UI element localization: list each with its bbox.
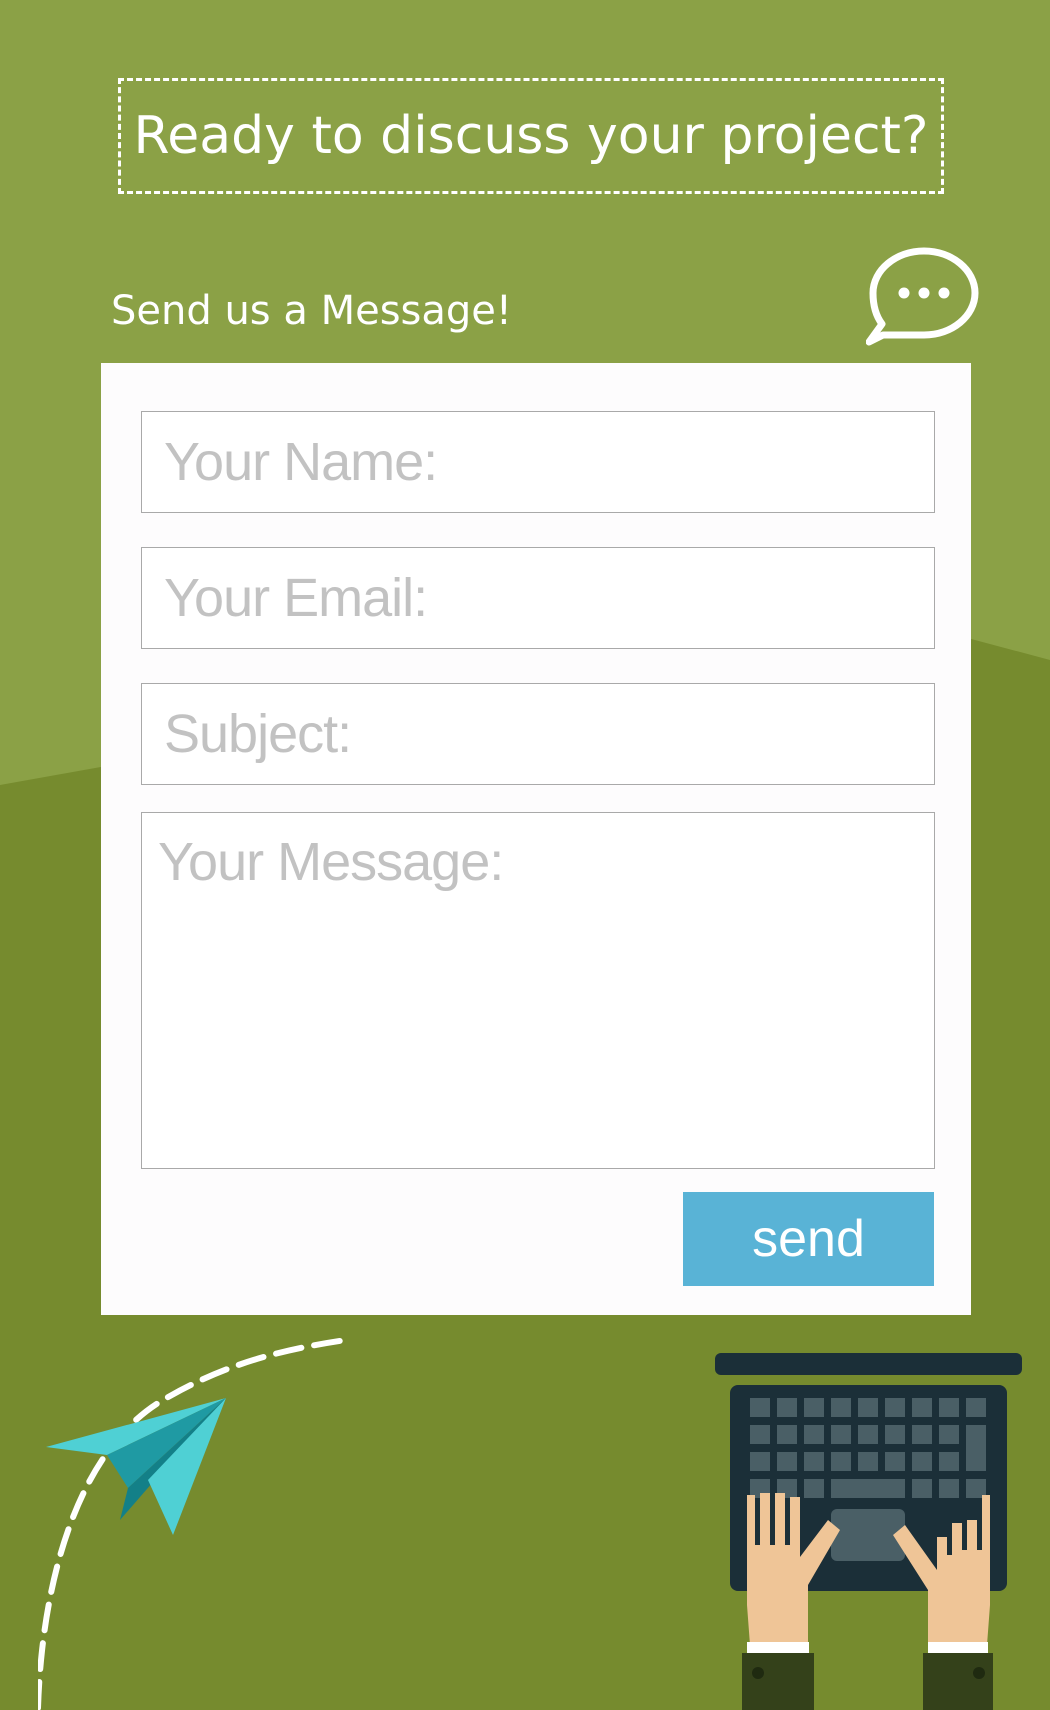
paper-plane-icon	[38, 1337, 349, 1710]
message-textarea[interactable]	[141, 812, 935, 1169]
headline-box: Ready to discuss your project?	[118, 78, 944, 194]
section-label: Send us a Message!	[111, 288, 512, 334]
send-button[interactable]: send	[683, 1192, 934, 1286]
name-input[interactable]	[141, 411, 935, 513]
page-title: Ready to discuss your project?	[133, 106, 929, 166]
subject-input[interactable]	[141, 683, 935, 785]
contact-form: send	[101, 363, 971, 1315]
chat-bubble-icon	[866, 247, 979, 346]
email-input[interactable]	[141, 547, 935, 649]
laptop-typing-hands-icon	[715, 1353, 1022, 1710]
